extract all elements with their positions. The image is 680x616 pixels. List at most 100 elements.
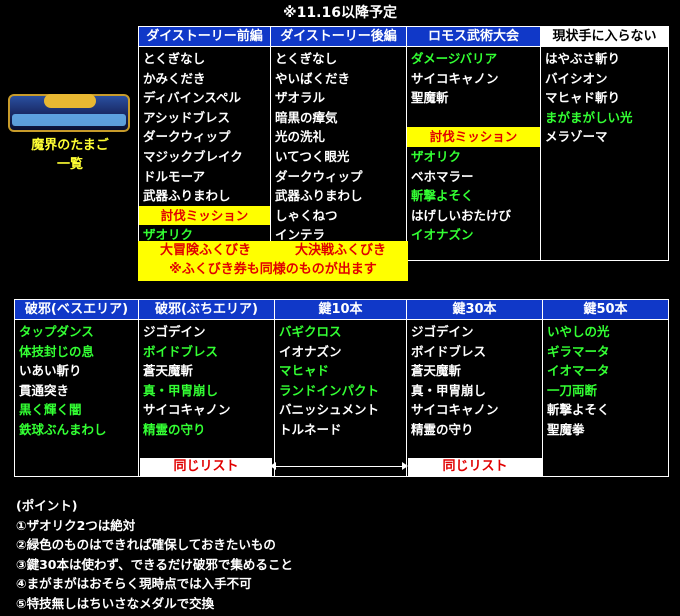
same-list-label-left: 同じリスト bbox=[140, 458, 272, 476]
bottom-table-header: 鍵30本 bbox=[406, 299, 543, 320]
skill-item: ダークウィップ bbox=[275, 168, 363, 184]
skill-item: ザオラル bbox=[275, 90, 326, 106]
bottom-table-column: ジゴデインボイドブレス 蒼天魔斬真・甲冑崩し サイコキャノン 精霊の守り bbox=[406, 319, 543, 477]
skill-item: マヒャド bbox=[279, 363, 330, 379]
skill-item: ボイドブレス bbox=[411, 343, 487, 359]
skill-item: ジゴデイン bbox=[411, 324, 474, 339]
top-table-header: ダイストーリー前編 bbox=[138, 26, 271, 47]
notes-section: (ポイント) ①ザオリク2つは絶対 ②緑色のものはできれば確保しておきたいもの … bbox=[16, 496, 293, 613]
skill-item: ドルモーア bbox=[143, 168, 206, 184]
skill-item: はやぶさ斬り bbox=[545, 51, 621, 66]
skill-item: 聖魔斬 bbox=[411, 90, 449, 106]
skill-item: イオナズン bbox=[279, 343, 342, 359]
top-table-column: ダメージバリア サイコキャノン 聖魔斬討伐ミッション ザオリクベホマラー斬撃よそくはげ… bbox=[406, 46, 541, 261]
skill-item bbox=[411, 108, 540, 128]
skill-item: 蒼天魔斬 bbox=[143, 363, 194, 379]
game-logo-image bbox=[8, 94, 130, 132]
skill-item: とくぎなし bbox=[275, 51, 338, 66]
skill-item: 黒く輝く闇 bbox=[19, 402, 82, 418]
skill-item: 聖魔拳 bbox=[547, 421, 585, 437]
lottery-right-label: 大決戦ふくびき bbox=[294, 243, 386, 258]
lottery-banner: 大冒険ふくびき 大決戦ふくびき ※ふくびき券も同様のものが出ます bbox=[138, 241, 408, 281]
skill-item: サイコキャノン bbox=[411, 402, 499, 418]
skill-item: ギラマータ bbox=[547, 343, 610, 359]
top-table-column: とくぎなしかみくだきディバインスペル アシッドブレス ダークウィップ マジックブレイク… bbox=[138, 46, 271, 261]
note-item: ③鍵30本は使わず、できるだけ破邪で集めること bbox=[16, 556, 293, 572]
skill-item: 鉄球ぶんまわし bbox=[19, 421, 107, 437]
skill-item: いてつく眼光 bbox=[275, 148, 350, 164]
skill-item: ジゴデイン bbox=[143, 324, 206, 339]
skill-item: バイシオン bbox=[545, 70, 608, 86]
notes-heading: (ポイント) bbox=[16, 498, 78, 513]
lottery-note: ※ふくびき券も同様のものが出ます bbox=[169, 262, 377, 277]
skill-item: ベホマラー bbox=[411, 168, 474, 184]
skill-item: かみくだき bbox=[143, 70, 206, 86]
skill-item: まがまがしい光 bbox=[545, 109, 633, 125]
bottom-table-column: タップダンス 体技封じの息 いあい斬り貫通突き黒く輝く闇鉄球ぶんまわし bbox=[14, 319, 139, 477]
egg-list-label: 魔界のたまご 一覧 bbox=[31, 138, 109, 172]
skill-item: ディバインスペル bbox=[143, 90, 242, 106]
double-arrow-icon bbox=[270, 462, 408, 470]
skill-item: 体技封じの息 bbox=[19, 343, 95, 359]
skill-item: しゃくねつ bbox=[275, 207, 338, 223]
bottom-table-column: バギクロスイオナズンマヒャドランドインパクト バニッシュメント トルネード bbox=[274, 319, 407, 477]
bottom-table-header: 破邪(ぶちエリア) bbox=[138, 299, 275, 320]
bottom-table-header: 鍵10本 bbox=[274, 299, 407, 320]
mission-label: 討伐ミッション bbox=[407, 127, 540, 147]
bottom-table-header: 破邪(ベスエリア) bbox=[14, 299, 139, 320]
top-table-header: ダイストーリー後編 bbox=[270, 26, 407, 47]
bottom-table-header: 鍵50本 bbox=[542, 299, 669, 320]
lottery-left-label: 大冒険ふくびき bbox=[159, 243, 251, 258]
skill-item: 精霊の守り bbox=[143, 421, 206, 437]
skill-item: マジックブレイク bbox=[143, 148, 243, 164]
note-item: ①ザオリク2つは絶対 bbox=[16, 517, 136, 533]
skill-item: いあい斬り bbox=[19, 363, 82, 379]
skill-item: 真・甲冑崩し bbox=[143, 382, 219, 398]
note-item: ②緑色のものはできれば確保しておきたいもの bbox=[16, 537, 276, 552]
top-table-column: はやぶさ斬り バイシオンマヒャド斬り まがまがしい光 メラゾーマ bbox=[540, 46, 669, 261]
skill-item: サイコキャノン bbox=[411, 70, 499, 86]
skill-item: 武器ふりまわし bbox=[143, 188, 231, 204]
top-table-header: ロモス武術大会 bbox=[406, 26, 541, 47]
top-table-column: とくぎなしやいばくだき ザオラル暗黒の瘴気光の洗礼いてつく眼光 ダークウィップ 武器ふ… bbox=[270, 46, 407, 261]
bottom-table-column: ジゴデインボイドブレス 蒼天魔斬真・甲冑崩し サイコキャノン 精霊の守り bbox=[138, 319, 275, 477]
mission-label: 討伐ミッション bbox=[139, 205, 270, 226]
skill-item: トルネード bbox=[279, 421, 342, 437]
skill-item: ダメージバリア bbox=[411, 51, 498, 66]
skill-item: ボイドブレス bbox=[143, 343, 219, 359]
note-item: ⑤特技無しはちいさなメダルで交換 bbox=[16, 595, 215, 611]
skill-item: 武器ふりまわし bbox=[275, 188, 363, 204]
skill-item: イオナズン bbox=[411, 227, 474, 243]
skill-item: はげしいおたけび bbox=[411, 207, 512, 223]
same-list-label-right: 同じリスト bbox=[408, 458, 542, 476]
skill-item: ランドインパクト bbox=[279, 382, 380, 398]
skill-item: とくぎなし bbox=[143, 51, 206, 66]
skill-item: バニッシュメント bbox=[279, 402, 380, 418]
skill-item: 斬撃よそく bbox=[547, 402, 610, 418]
skill-item: 貫通突き bbox=[19, 382, 70, 398]
skill-item: 暗黒の瘴気 bbox=[275, 109, 338, 125]
skill-item: 斬撃よそく bbox=[411, 188, 474, 204]
schedule-title: ※11.16以降予定 bbox=[283, 5, 397, 21]
skill-item: バギクロス bbox=[279, 324, 342, 339]
top-skill-table: ダイストーリー前編 ダイストーリー後編 ロモス武術大会 現状手に入らない とくぎなしか… bbox=[138, 26, 669, 261]
bottom-table-column: いやしの光ギラマータイオマータ一刀両断斬撃よそく聖魔拳 bbox=[542, 319, 669, 477]
skill-item: やいばくだき bbox=[275, 70, 351, 86]
skill-item: サイコキャノン bbox=[143, 402, 231, 418]
skill-item: イオマータ bbox=[547, 363, 610, 379]
skill-item: アシッドブレス bbox=[143, 109, 231, 125]
skill-item: 一刀両断 bbox=[547, 382, 598, 398]
skill-item: 蒼天魔斬 bbox=[411, 363, 462, 379]
skill-item: タップダンス bbox=[19, 324, 94, 339]
note-item: ④まがまがはおそらく現時点では入手不可 bbox=[16, 576, 252, 591]
skill-item: ダークウィップ bbox=[143, 129, 231, 145]
skill-item: 精霊の守り bbox=[411, 421, 474, 437]
skill-item: 光の洗礼 bbox=[275, 129, 326, 145]
skill-item: マヒャド斬り bbox=[545, 90, 621, 106]
bottom-skill-table: 破邪(ベスエリア) 破邪(ぶちエリア) 鍵10本 鍵30本 鍵50本 タップダンス 体技封… bbox=[14, 299, 669, 477]
skill-item: メラゾーマ bbox=[545, 129, 608, 145]
skill-item: ザオリク bbox=[411, 148, 462, 164]
skill-item: いやしの光 bbox=[547, 324, 610, 339]
top-table-header: 現状手に入らない bbox=[540, 26, 669, 47]
skill-item: 真・甲冑崩し bbox=[411, 382, 487, 398]
